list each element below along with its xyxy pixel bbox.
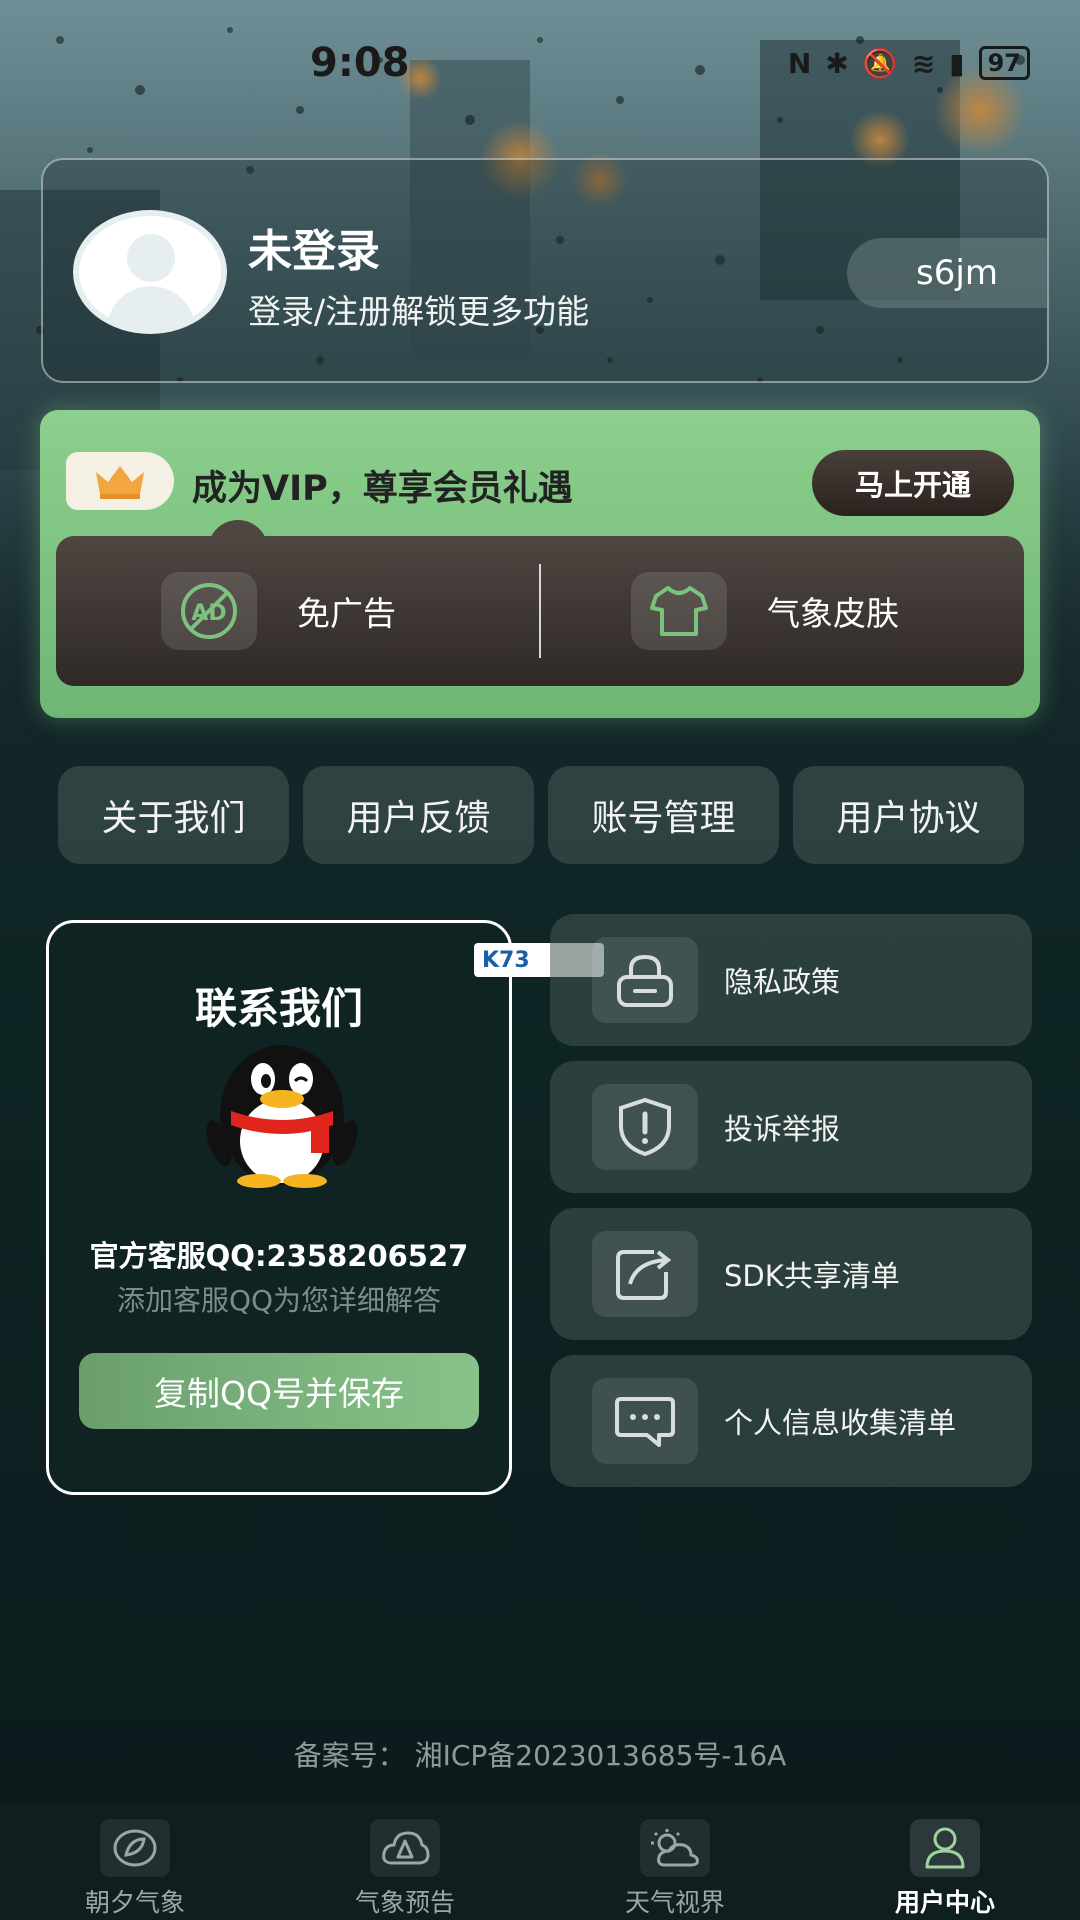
tab-label: 天气视界 xyxy=(624,1888,725,1917)
policy-label: 个人信息收集清单 xyxy=(724,1406,957,1440)
wifi-icon: ≋ xyxy=(911,46,936,80)
tab-label: 朝夕气象 xyxy=(84,1888,185,1917)
login-subtitle[interactable]: 登录/注册解锁更多功能 xyxy=(248,285,589,333)
leaf-icon xyxy=(100,1819,170,1877)
bluetooth-icon: ✱ xyxy=(825,46,849,80)
qq-number: 官方客服QQ:2358206527 xyxy=(89,1239,469,1273)
message-icon xyxy=(592,1378,698,1464)
policy-label: 隐私政策 xyxy=(724,965,841,999)
login-title[interactable]: 未登录 xyxy=(248,215,380,279)
vip-benefit-no-ads[interactable]: AD 免广告 xyxy=(161,568,396,654)
tab-user-center[interactable]: 用户中心 xyxy=(810,1803,1080,1920)
user-agreement-button[interactable]: 用户协议 xyxy=(793,766,1024,864)
tab-weather-forecast[interactable]: 气象预告 xyxy=(270,1803,540,1920)
bottom-tab-bar: 朝夕气象 气象预告 天气视界 用户中心 xyxy=(0,1803,1080,1920)
avatar[interactable] xyxy=(73,210,227,334)
sun-cloud-icon xyxy=(640,1819,710,1877)
about-us-button[interactable]: 关于我们 xyxy=(58,766,289,864)
open-vip-button[interactable]: 马上开通 xyxy=(812,450,1014,516)
shirt-icon xyxy=(631,572,727,650)
lock-icon xyxy=(592,937,698,1023)
quick-links: 关于我们 用户反馈 账号管理 用户协议 xyxy=(58,766,1024,864)
copy-qq-button[interactable]: 复制QQ号并保存 xyxy=(79,1353,479,1429)
no-ad-icon: AD xyxy=(161,572,257,650)
avatar-head xyxy=(127,234,175,282)
vip-benefits-panel: AD 免广告 气象皮肤 xyxy=(56,536,1024,686)
profile-card[interactable]: 未登录 登录/注册解锁更多功能 s6jm xyxy=(41,158,1049,383)
contact-card: 联系我们 官方客服QQ:2358206527 添加客服QQ为您详细解答 复制QQ… xyxy=(46,920,512,1495)
tab-morning-weather[interactable]: 朝夕气象 xyxy=(0,1803,270,1920)
qq-hint: 添加客服QQ为您详细解答 xyxy=(116,1284,442,1317)
nfc-icon: N xyxy=(787,46,812,80)
vip-promo-text: 成为VIP，尊享会员礼遇 xyxy=(192,469,573,509)
tab-label: 用户中心 xyxy=(894,1888,995,1917)
personal-info-list-item[interactable]: 个人信息收集清单 xyxy=(550,1355,1032,1487)
status-time: 9:08 xyxy=(310,40,410,86)
cloud-alert-icon xyxy=(370,1819,440,1877)
tab-weather-view[interactable]: 天气视界 xyxy=(540,1803,810,1920)
user-icon xyxy=(910,1819,980,1877)
vip-benefit-label: 气象皮肤 xyxy=(767,594,899,633)
policy-label: SDK共享清单 xyxy=(724,1259,900,1293)
sdk-share-list-item[interactable]: SDK共享清单 xyxy=(550,1208,1032,1340)
complaint-report-item[interactable]: 投诉举报 xyxy=(550,1061,1032,1193)
user-code-badge: s6jm xyxy=(847,238,1047,308)
vip-divider xyxy=(539,564,541,658)
policy-label: 投诉举报 xyxy=(724,1112,841,1146)
vip-benefit-skin[interactable]: 气象皮肤 xyxy=(631,568,899,654)
share-icon xyxy=(592,1231,698,1317)
account-management-button[interactable]: 账号管理 xyxy=(548,766,779,864)
battery-icon: 97 xyxy=(978,46,1030,80)
status-bar: 9:08 N ✱ 🔕 ≋ ▮ 97 xyxy=(0,0,1080,130)
policy-list: 隐私政策 投诉举报 SDK共享清单 个人信息收集清单 xyxy=(550,914,1032,1502)
vip-card: 成为VIP，尊享会员礼遇 马上开通 AD 免广告 气象皮肤 xyxy=(40,410,1040,718)
vip-benefit-label: 免广告 xyxy=(297,594,396,633)
tab-label: 气象预告 xyxy=(354,1888,455,1917)
status-icons: N ✱ 🔕 ≋ ▮ 97 xyxy=(788,46,1030,80)
mute-icon: 🔕 xyxy=(862,46,898,80)
privacy-policy-item[interactable]: 隐私政策 xyxy=(550,914,1032,1046)
icp-record: 备案号： 湘ICP备2023013685号-16A xyxy=(293,1739,787,1772)
contact-title: 联系我们 xyxy=(194,984,363,1033)
qq-penguin-icon xyxy=(206,1045,358,1188)
feedback-button[interactable]: 用户反馈 xyxy=(303,766,534,864)
vip-crown-badge xyxy=(66,452,174,510)
crown-icon xyxy=(96,466,144,499)
signal-icon: ▮ xyxy=(949,46,965,80)
avatar-body xyxy=(107,286,195,328)
shield-alert-icon xyxy=(592,1084,698,1170)
